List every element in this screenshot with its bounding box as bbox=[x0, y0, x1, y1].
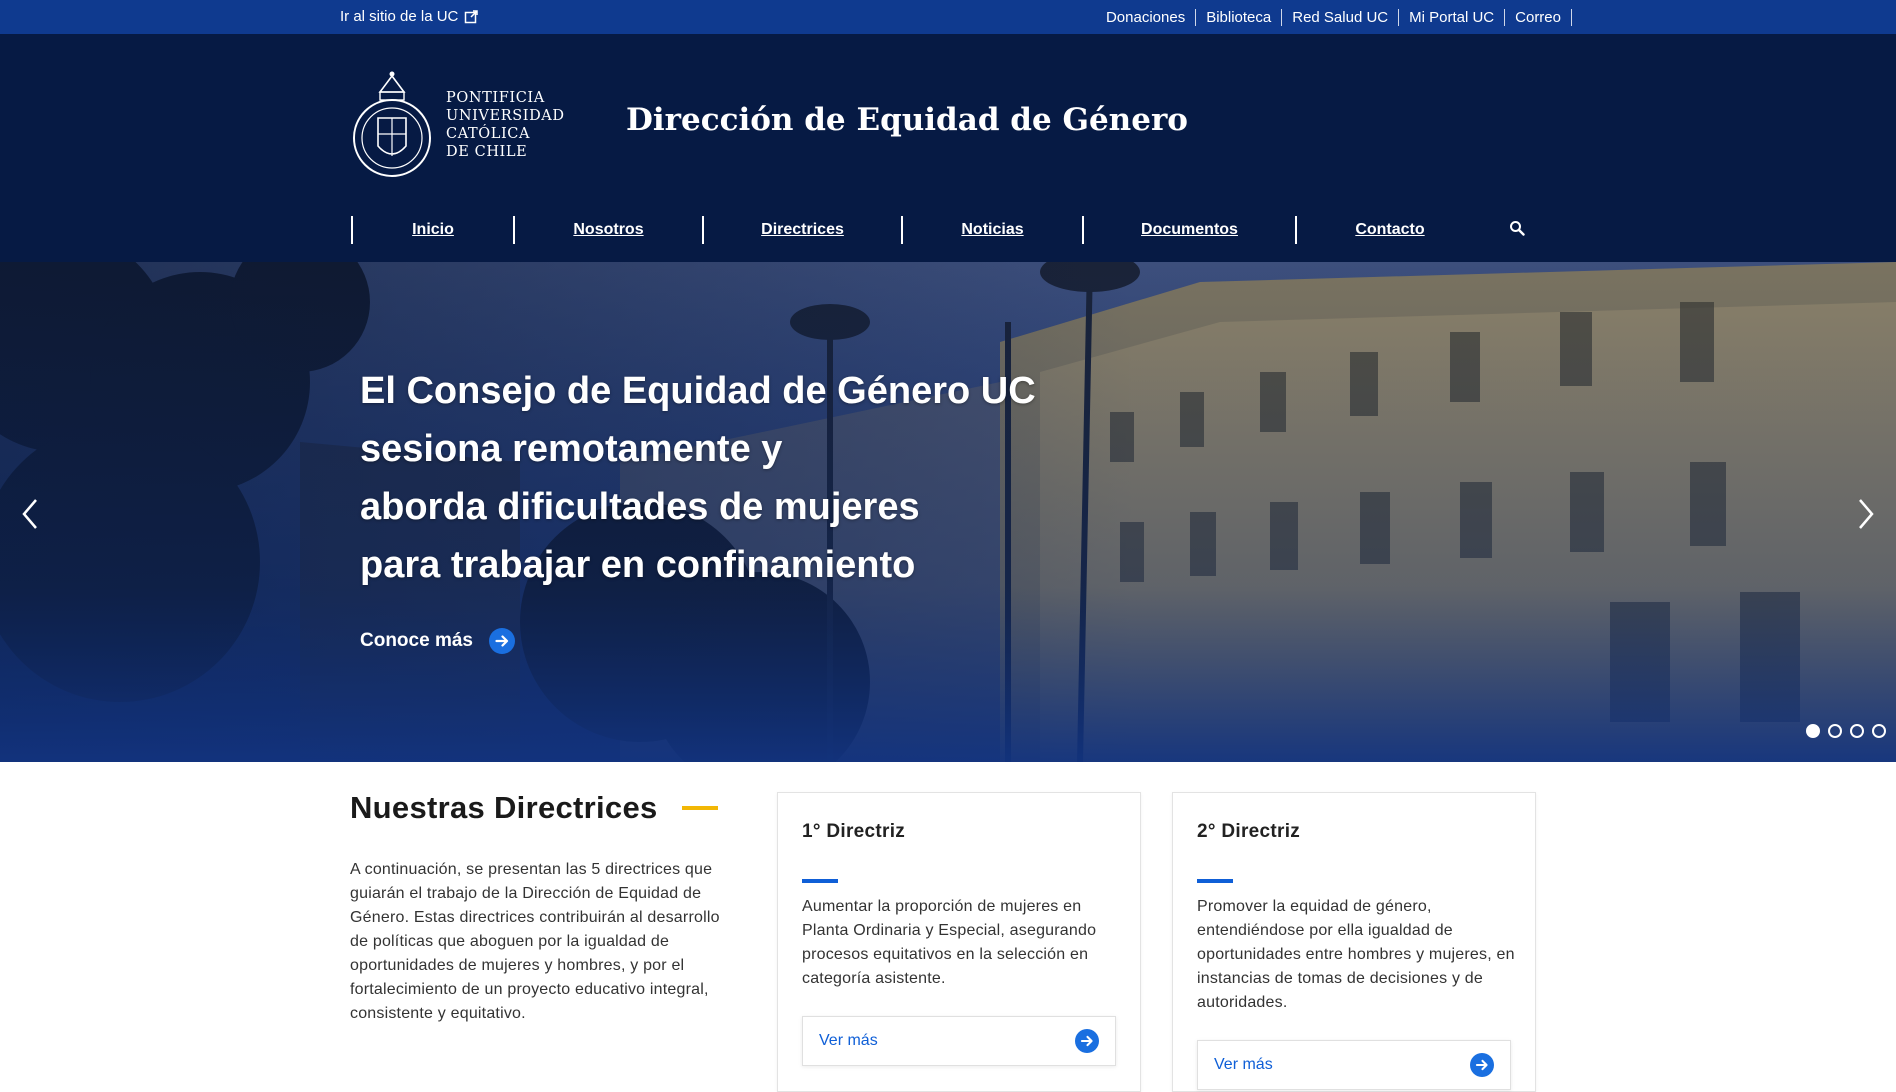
card-accent-bar bbox=[1197, 879, 1233, 883]
hero-title-line: El Consejo de Equidad de Género UC bbox=[360, 370, 1036, 412]
uc-logo-text: PONTIFICIA UNIVERSIDAD CATÓLICA DE CHILE bbox=[446, 89, 565, 161]
nav-item-noticias[interactable]: Noticias bbox=[901, 216, 1082, 244]
utility-bar: Ir al sitio de la UC Donaciones Bibliote… bbox=[0, 0, 1896, 34]
directriz-card: 1° Directriz Aumentar la proporción de m… bbox=[777, 792, 1141, 1092]
ver-mas-label: Ver más bbox=[1214, 1056, 1273, 1073]
directriz-card: 2° Directriz Promover la equidad de géne… bbox=[1172, 792, 1536, 1092]
hero-title-line: para trabajar en confinamiento bbox=[360, 544, 916, 586]
mi-portal-link[interactable]: Mi Portal UC bbox=[1399, 8, 1506, 26]
section-title: Nuestras Directrices bbox=[350, 790, 718, 826]
chevron-right-icon[interactable] bbox=[1854, 494, 1878, 534]
slider-dot[interactable] bbox=[1850, 724, 1864, 738]
chevron-left-icon[interactable] bbox=[18, 494, 42, 534]
hero-slider: El Consejo de Equidad de Género UC sesio… bbox=[0, 262, 1896, 762]
card-text: Aumentar la proporción de mujeres en Pla… bbox=[802, 898, 1097, 987]
hero-cta-link[interactable]: Conoce más bbox=[360, 628, 515, 654]
slider-dot[interactable] bbox=[1828, 724, 1842, 738]
uc-site-link-label: Ir al sitio de la UC bbox=[340, 8, 459, 25]
uc-logo[interactable]: PONTIFICIA UNIVERSIDAD CATÓLICA DE CHILE bbox=[350, 66, 565, 184]
nav-item-nosotros[interactable]: Nosotros bbox=[513, 216, 702, 244]
search-button[interactable] bbox=[1507, 214, 1527, 242]
nav-item-inicio[interactable]: Inicio bbox=[351, 216, 513, 244]
card-title: 1° Directriz bbox=[802, 821, 906, 842]
slider-dot[interactable] bbox=[1806, 724, 1820, 738]
arrow-right-circle-icon bbox=[488, 628, 515, 654]
nav-item-directrices[interactable]: Directrices bbox=[702, 216, 901, 244]
card-accent-bar bbox=[802, 879, 838, 883]
section-intro: A continuación, se presentan las 5 direc… bbox=[350, 861, 720, 1022]
hero-cta-label: Conoce más bbox=[360, 630, 473, 651]
uc-site-link[interactable]: Ir al sitio de la UC bbox=[340, 0, 479, 34]
slider-dot[interactable] bbox=[1872, 724, 1886, 738]
arrow-right-circle-icon bbox=[1075, 1029, 1099, 1053]
hero-title-line: aborda dificultades de mujeres bbox=[360, 486, 920, 528]
site-title[interactable]: Dirección de Equidad de Género bbox=[626, 102, 1188, 138]
nav-item-documentos[interactable]: Documentos bbox=[1082, 216, 1295, 244]
ver-mas-button[interactable]: Ver más bbox=[1197, 1040, 1511, 1090]
external-link-icon bbox=[465, 10, 479, 24]
hero-title-line: sesiona remotamente y bbox=[360, 428, 783, 470]
arrow-right-circle-icon bbox=[1470, 1053, 1494, 1077]
slider-dots bbox=[1806, 724, 1886, 738]
red-salud-link[interactable]: Red Salud UC bbox=[1282, 8, 1400, 26]
correo-link[interactable]: Correo bbox=[1505, 8, 1572, 26]
site-header: PONTIFICIA UNIVERSIDAD CATÓLICA DE CHILE… bbox=[0, 34, 1896, 262]
utility-links: Donaciones Biblioteca Red Salud UC Mi Po… bbox=[1096, 0, 1572, 34]
biblioteca-link[interactable]: Biblioteca bbox=[1196, 8, 1283, 26]
logo-line: PONTIFICIA bbox=[446, 90, 545, 106]
hero-title: El Consejo de Equidad de Género UC sesio… bbox=[360, 362, 1060, 594]
main-nav: Inicio Nosotros Directrices Noticias Doc… bbox=[351, 214, 1525, 246]
search-icon bbox=[1510, 221, 1525, 236]
logo-line: CATÓLICA bbox=[446, 126, 531, 142]
donaciones-link[interactable]: Donaciones bbox=[1096, 8, 1197, 26]
section-title-text: Nuestras Directrices bbox=[350, 790, 658, 825]
title-accent-bar bbox=[681, 806, 718, 810]
card-title: 2° Directriz bbox=[1197, 821, 1301, 842]
ver-mas-label: Ver más bbox=[819, 1032, 878, 1049]
nav-item-contacto[interactable]: Contacto bbox=[1295, 216, 1483, 244]
logo-line: UNIVERSIDAD bbox=[446, 108, 565, 124]
ver-mas-button[interactable]: Ver más bbox=[802, 1016, 1116, 1066]
uc-seal-icon bbox=[353, 71, 431, 177]
logo-line: DE CHILE bbox=[446, 144, 528, 160]
card-text: Promover la equidad de género, entendién… bbox=[1197, 898, 1515, 1011]
